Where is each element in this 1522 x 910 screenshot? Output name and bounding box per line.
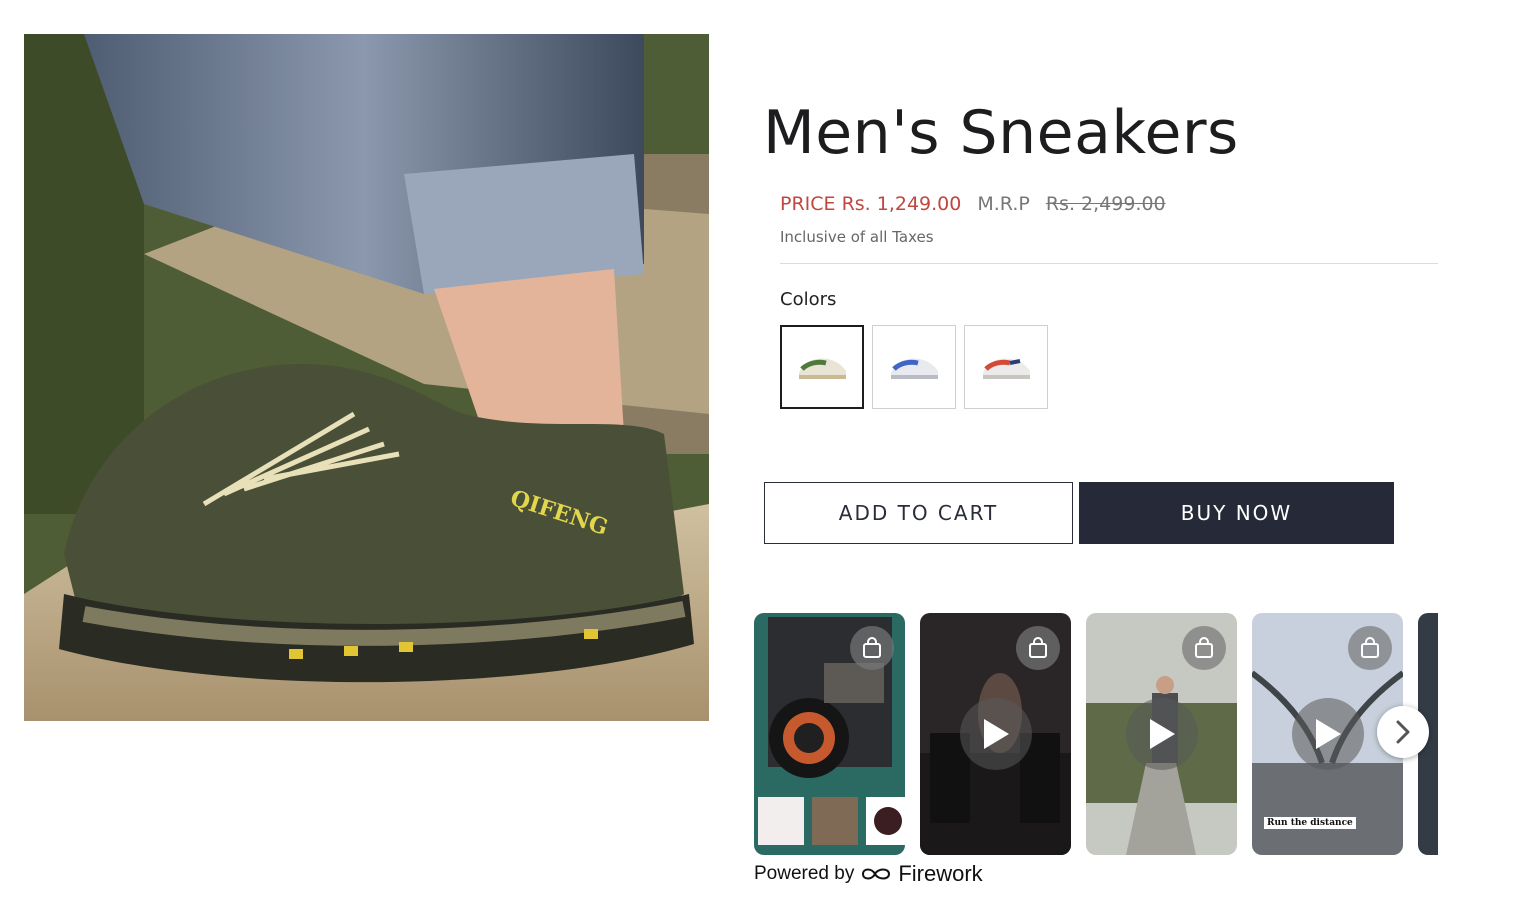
shopping-bag-icon[interactable] bbox=[1348, 626, 1392, 670]
tax-note: Inclusive of all Taxes bbox=[780, 228, 934, 246]
shopping-bag-icon[interactable] bbox=[1182, 626, 1226, 670]
video-card[interactable] bbox=[1086, 613, 1237, 855]
play-icon[interactable] bbox=[960, 698, 1032, 770]
firework-logo-icon bbox=[862, 868, 891, 880]
shopping-bag-icon[interactable] bbox=[850, 626, 894, 670]
colors-label: Colors bbox=[780, 289, 837, 310]
video-card[interactable] bbox=[754, 613, 905, 855]
chevron-right-icon bbox=[1396, 720, 1410, 744]
video-card[interactable] bbox=[920, 613, 1071, 855]
carousel-next-button[interactable] bbox=[1377, 706, 1429, 758]
play-icon[interactable] bbox=[1292, 698, 1364, 770]
price-row: PRICE Rs. 1,249.00 M.R.P Rs. 2,499.00 bbox=[780, 193, 1166, 215]
video-caption: Run the distance bbox=[1264, 817, 1356, 829]
color-swatch-blue[interactable] bbox=[872, 325, 956, 409]
buy-now-button[interactable]: BUY NOW bbox=[1079, 482, 1394, 544]
mrp-value: Rs. 2,499.00 bbox=[1045, 193, 1166, 215]
sale-price: PRICE Rs. 1,249.00 bbox=[780, 193, 962, 215]
shoe-thumbnail-red-icon bbox=[983, 358, 1030, 379]
mrp-label: M.R.P bbox=[977, 193, 1030, 215]
color-swatches bbox=[780, 325, 1048, 409]
product-title: Men's Sneakers bbox=[763, 98, 1239, 169]
shoe-thumbnail-green-icon bbox=[799, 358, 846, 379]
color-swatch-red[interactable] bbox=[964, 325, 1048, 409]
color-swatch-green[interactable] bbox=[780, 325, 864, 409]
shopping-bag-icon[interactable] bbox=[1016, 626, 1060, 670]
add-to-cart-button[interactable]: ADD TO CART bbox=[764, 482, 1073, 544]
video-carousel: Run the distance bbox=[754, 613, 1438, 855]
play-icon[interactable] bbox=[1126, 698, 1198, 770]
firework-brand[interactable]: Firework bbox=[898, 861, 982, 887]
divider bbox=[780, 263, 1438, 264]
powered-by-label: Powered by bbox=[754, 863, 855, 884]
product-image[interactable]: QIFENG bbox=[24, 34, 709, 721]
powered-by: Powered by Firework bbox=[754, 861, 983, 887]
shoe-thumbnail-blue-icon bbox=[891, 358, 938, 379]
